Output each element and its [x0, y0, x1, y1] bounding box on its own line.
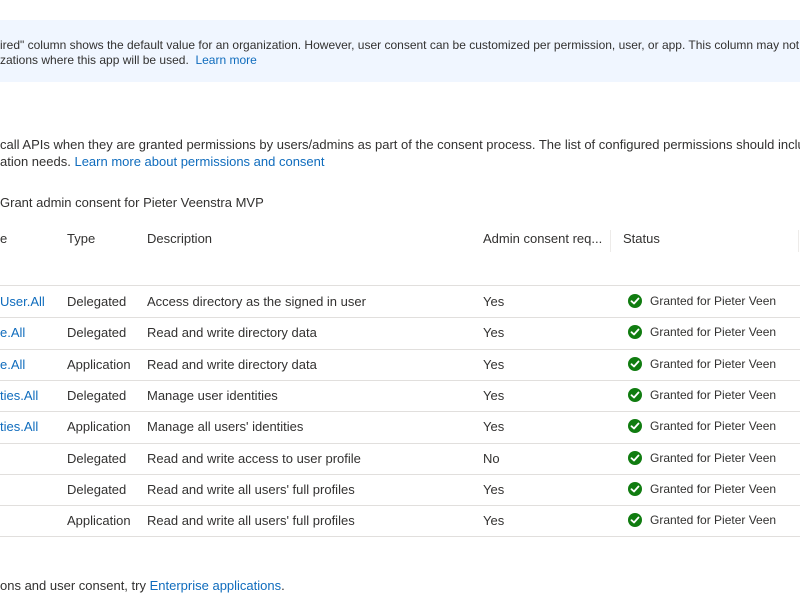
permission-description: Manage user identities — [147, 387, 278, 403]
checkmark-circle-icon — [628, 419, 642, 434]
permission-name-link[interactable]: e.All — [0, 357, 25, 372]
status-text: Granted for Pieter Veen — [650, 419, 777, 434]
intro-text: ation needs. — [0, 154, 71, 169]
status-text: Granted for Pieter Veen — [650, 387, 777, 402]
column-header-type[interactable]: Type — [67, 231, 95, 246]
permission-name-link[interactable]: User.All — [0, 294, 45, 309]
footer-suffix: . — [281, 578, 285, 593]
column-header-name[interactable]: e — [0, 231, 7, 246]
table-row[interactable]: Delegated Read and write access to user p… — [0, 443, 800, 474]
footer-prefix: ons and user consent, try — [0, 578, 146, 593]
admin-consent-required: Yes — [483, 419, 505, 435]
table-row[interactable]: User.All Delegated Access directory as the… — [0, 286, 800, 317]
checkmark-circle-icon — [628, 294, 642, 308]
table-row[interactable]: e.All Application Read and write directory… — [0, 349, 800, 380]
permission-type: Delegated — [67, 325, 127, 341]
status-text: Granted for Pieter Veen — [650, 481, 777, 496]
column-header-admin-consent[interactable]: Admin consent req... — [483, 231, 602, 246]
admin-consent-required: No — [483, 450, 500, 466]
permission-name-link[interactable]: ties.All — [0, 419, 38, 434]
column-divider — [798, 230, 799, 252]
permission-description: Read and write directory data — [147, 325, 317, 341]
permission-type: Delegated — [67, 481, 127, 497]
banner-text: zations where this app will be used. — [0, 53, 189, 67]
permission-type: Delegated — [67, 294, 127, 309]
column-divider — [610, 230, 611, 252]
permission-description: Access directory as the signed in user — [147, 294, 366, 309]
enterprise-applications-link[interactable]: Enterprise applications — [150, 578, 282, 593]
admin-consent-required: Yes — [483, 294, 505, 309]
permission-type: Delegated — [67, 387, 127, 403]
permissions-consent-link[interactable]: Learn more about permissions and consent — [74, 154, 324, 169]
permission-type: Application — [67, 513, 131, 529]
admin-consent-required: Yes — [483, 325, 505, 341]
table-row[interactable]: e.All Delegated Read and write directory d… — [0, 317, 800, 348]
table-row[interactable]: Delegated Read and write all users' full … — [0, 474, 800, 505]
table-header: e Type Description Admin consent req... … — [0, 220, 800, 258]
table-row[interactable]: Application Read and write all users' ful… — [0, 505, 800, 536]
permission-type: Application — [67, 356, 131, 372]
table-row[interactable]: ties.All Application Manage all users' ide… — [0, 411, 800, 442]
permission-name-link[interactable]: e.All — [0, 325, 25, 340]
intro-line-1: call APIs when they are granted permissi… — [0, 137, 800, 152]
intro-line-2: ation needs. Learn more about permission… — [0, 154, 325, 169]
status-text: Granted for Pieter Veen — [650, 356, 777, 371]
permission-description: Read and write all users' full profiles — [147, 513, 355, 529]
status-text: Granted for Pieter Veen — [650, 294, 777, 308]
checkmark-circle-icon — [628, 450, 642, 465]
banner-text-line-1: ired" column shows the default value for… — [0, 38, 800, 52]
column-header-description[interactable]: Description — [147, 231, 212, 246]
permission-type: Delegated — [67, 450, 127, 466]
status-text: Granted for Pieter Veen — [650, 450, 777, 465]
permission-name-link[interactable]: ties.All — [0, 388, 38, 403]
status-text: Granted for Pieter Veen — [650, 513, 777, 528]
footer-text: ons and user consent, try Enterprise app… — [0, 578, 285, 593]
checkmark-circle-icon — [628, 356, 642, 371]
checkmark-circle-icon — [628, 325, 642, 340]
permission-description: Read and write all users' full profiles — [147, 481, 355, 497]
banner-text-line-2: zations where this app will be used. Lea… — [0, 53, 257, 67]
row-divider — [0, 536, 800, 538]
checkmark-circle-icon — [628, 513, 642, 528]
banner-learn-more-link[interactable]: Learn more — [195, 53, 256, 67]
permission-description: Read and write access to user profile — [147, 450, 361, 466]
info-banner: ired" column shows the default value for… — [0, 20, 800, 82]
table-row[interactable]: ties.All Delegated Manage user identities Y… — [0, 380, 800, 411]
column-header-status[interactable]: Status — [623, 231, 660, 246]
permission-description: Manage all users' identities — [147, 419, 304, 435]
grant-admin-consent-button[interactable]: Grant admin consent for Pieter Veenstra … — [0, 195, 264, 210]
admin-consent-required: Yes — [483, 387, 505, 403]
checkmark-circle-icon — [628, 387, 642, 402]
permission-type: Application — [67, 419, 131, 435]
status-text: Granted for Pieter Veen — [650, 325, 777, 340]
admin-consent-required: Yes — [483, 481, 505, 497]
permission-description: Read and write directory data — [147, 356, 317, 372]
admin-consent-required: Yes — [483, 513, 505, 529]
admin-consent-required: Yes — [483, 356, 505, 372]
checkmark-circle-icon — [628, 481, 642, 496]
